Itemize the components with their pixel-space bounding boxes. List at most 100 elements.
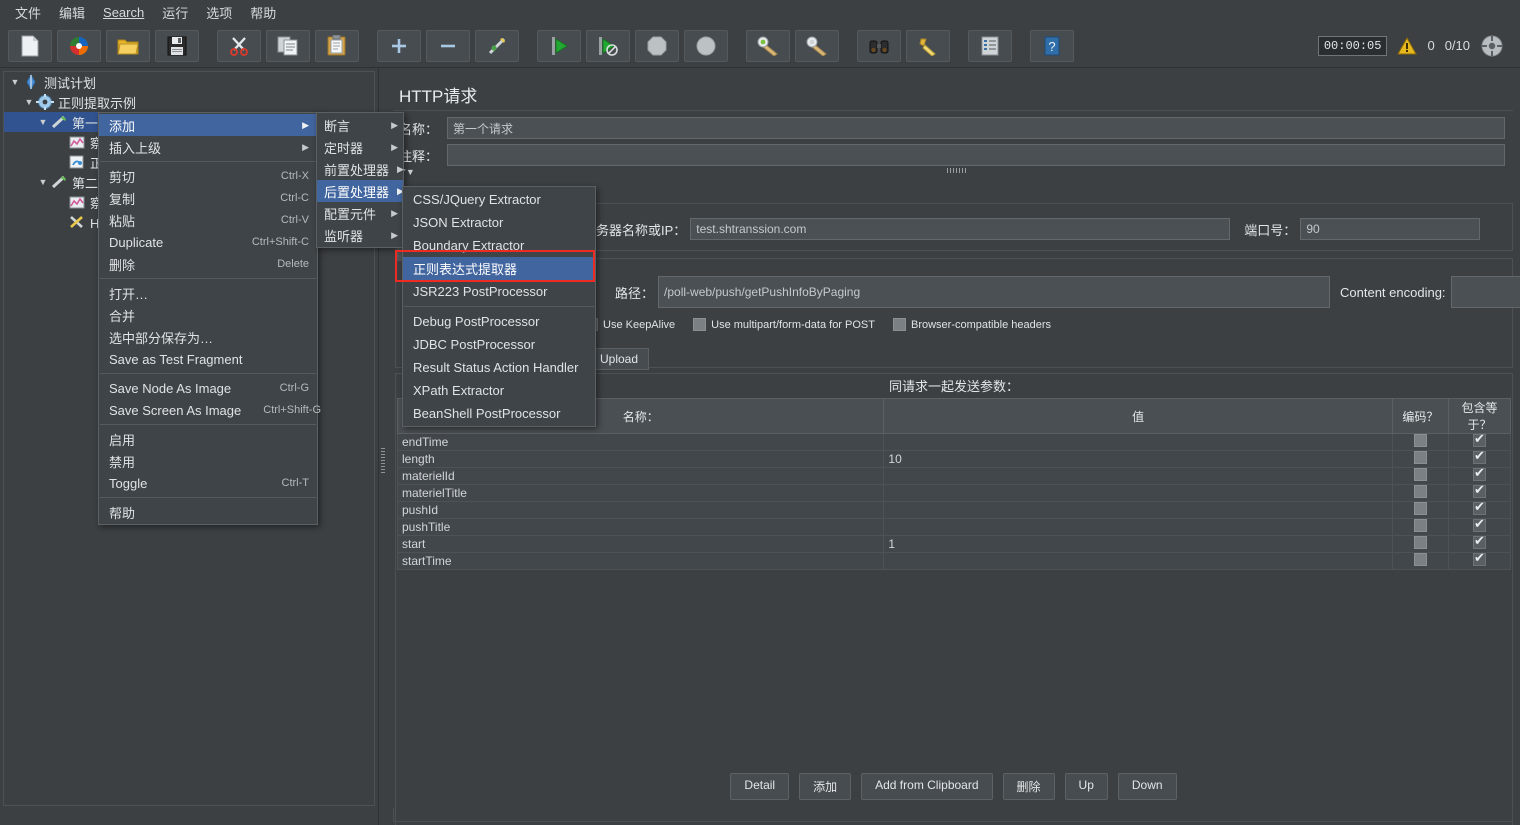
comment-input[interactable] [447,144,1505,166]
param-include-equals-cell[interactable] [1447,551,1512,570]
param-encode-cell[interactable] [1391,450,1449,468]
table-row[interactable]: startTime [396,551,1512,570]
table-row[interactable]: endTime [396,432,1512,451]
expand-all-button[interactable] [377,29,421,62]
param-encode-cell[interactable] [1391,518,1449,536]
param-encode-cell[interactable] [1391,484,1449,502]
param-encode-cell[interactable] [1391,433,1449,451]
delete-param-button[interactable]: 删除 [1002,773,1055,800]
postproc-item-beanshell-postprocessor[interactable]: BeanShell PostProcessor [403,402,595,425]
panel-resize-grip[interactable] [947,168,967,173]
remote-target-icon[interactable] [1480,34,1504,58]
postproc-item-css-jquery-extractor[interactable]: CSS/JQuery Extractor [403,188,595,211]
table-row[interactable]: materielTitle [396,483,1512,502]
postproc-item-json-extractor[interactable]: JSON Extractor [403,211,595,234]
move-down-button[interactable]: Down [1117,773,1177,800]
save-button[interactable] [155,29,199,62]
include-equals-checkbox[interactable] [1472,534,1486,549]
search-button[interactable] [857,29,901,62]
param-value-cell[interactable] [883,518,1393,536]
start-button[interactable] [537,29,581,62]
new-button[interactable] [8,29,52,62]
move-up-button[interactable]: Up [1064,773,1108,800]
param-value-cell[interactable] [883,552,1393,570]
include-equals-checkbox[interactable] [1472,517,1486,532]
postproc-item-xpath-extractor[interactable]: XPath Extractor [403,379,595,402]
context-menu-item-enable[interactable]: 启用 [99,428,317,450]
content-encoding-input[interactable] [1450,276,1520,308]
include-equals-checkbox[interactable] [1472,432,1486,447]
context-menu-item-insert-parent[interactable]: 插入上级 ▶ [99,136,317,158]
clear-button[interactable] [746,29,790,62]
menu-file[interactable]: 文件 [6,1,50,24]
submenu-item-listeners[interactable]: 监听器 ▶ [317,224,403,246]
menu-help[interactable]: 帮助 [241,1,285,24]
name-input[interactable]: 第一个请求 [447,117,1505,139]
context-menu-item-cut[interactable]: 剪切 Ctrl-X [99,165,317,187]
tree-node-test-plan[interactable]: ▼ 测试计划 [4,72,374,92]
include-equals-checkbox[interactable] [1472,551,1486,566]
encode-checkbox[interactable] [1413,519,1427,532]
postproc-item-jsr223-postprocessor[interactable]: JSR223 PostProcessor [403,280,595,303]
param-name-cell[interactable]: materielTitle [396,484,885,502]
include-equals-checkbox[interactable] [1472,466,1486,481]
encode-checkbox[interactable] [1413,434,1427,447]
context-menu-item-copy[interactable]: 复制 Ctrl-C [99,187,317,209]
context-menu-item-duplicate[interactable]: Duplicate Ctrl+Shift-C [99,231,317,253]
table-row[interactable]: start 1 [396,534,1512,553]
twisty-icon[interactable]: ▼ [36,177,50,187]
menu-edit[interactable]: 编辑 [50,1,94,24]
context-menu-item-disable[interactable]: 禁用 [99,450,317,472]
browser-compatible-headers-checkbox[interactable] [892,318,906,331]
context-menu-item-paste[interactable]: 粘贴 Ctrl-V [99,209,317,231]
clear-all-button[interactable] [795,29,839,62]
context-menu-item-delete[interactable]: 删除 Delete [99,253,317,275]
include-equals-checkbox[interactable] [1472,449,1486,464]
submenu-item-config-elements[interactable]: 配置元件 ▶ [317,202,403,224]
menu-options[interactable]: 选项 [197,1,241,24]
context-menu-item-help[interactable]: 帮助 [99,501,317,523]
context-menu-item-save-screen-as-image[interactable]: Save Screen As Image Ctrl+Shift-G [99,399,321,421]
toggle-button[interactable] [475,29,519,62]
param-name-cell[interactable]: endTime [396,433,885,451]
context-menu-level2[interactable]: 断言 ▶ 定时器 ▶ 前置处理器 ▶ 后置处理器 ▶ 配置元件 ▶ 监听器 ▶ [316,112,404,248]
submenu-item-post-processors[interactable]: 后置处理器 ▶ [317,180,404,202]
detail-button[interactable]: Detail [730,773,790,800]
column-header-include-equals[interactable]: 包含等于？ [1447,398,1512,434]
postproc-item-boundary-extractor[interactable]: Boundary Extractor [403,234,595,257]
copy-button[interactable] [266,29,310,62]
param-encode-cell[interactable] [1391,552,1449,570]
stop-button[interactable] [635,29,679,62]
encode-checkbox[interactable] [1413,451,1427,464]
twisty-icon[interactable]: ▼ [36,117,50,127]
table-row[interactable]: length 10 [396,449,1512,468]
cut-button[interactable] [217,29,261,62]
param-encode-cell[interactable] [1391,501,1449,519]
param-name-cell[interactable]: start [396,535,885,553]
param-value-cell[interactable]: 1 [883,535,1393,553]
function-helper-button[interactable] [968,29,1012,62]
encode-checkbox[interactable] [1413,536,1427,549]
submenu-item-pre-processors[interactable]: 前置处理器 ▶ [317,158,404,180]
menu-run[interactable]: 运行 [153,1,197,24]
twisty-icon[interactable]: ▼ [22,97,36,107]
postproc-item-debug-postprocessor[interactable]: Debug PostProcessor [403,310,595,333]
encode-checkbox[interactable] [1413,485,1427,498]
add-from-clipboard-button[interactable]: Add from Clipboard [861,773,993,800]
help-button[interactable]: ? [1030,29,1074,62]
param-name-cell[interactable]: materielId [396,467,885,485]
include-equals-checkbox[interactable] [1472,483,1486,498]
context-menu-item-save-selection-as[interactable]: 选中部分保存为… [99,326,317,348]
param-name-cell[interactable]: pushId [396,501,885,519]
port-input[interactable]: 90 [1300,218,1481,240]
context-menu-level3[interactable]: CSS/JQuery Extractor JSON Extractor Boun… [402,186,596,427]
param-value-cell[interactable] [883,484,1393,502]
upload-button[interactable]: Upload [589,348,650,370]
param-value-cell[interactable] [883,501,1393,519]
warning-count[interactable]: 0 [1427,38,1434,53]
encode-checkbox[interactable] [1413,468,1427,481]
param-value-cell[interactable]: 10 [883,450,1393,468]
menu-search[interactable]: Search [94,3,153,22]
context-menu-item-add[interactable]: 添加 ▶ [99,114,317,136]
encode-checkbox[interactable] [1413,553,1427,566]
